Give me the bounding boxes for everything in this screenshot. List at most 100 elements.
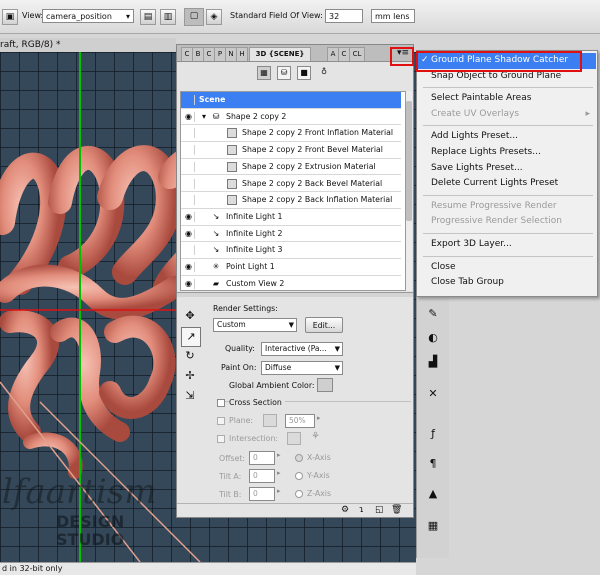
eye-icon[interactable]: ◉ — [183, 228, 195, 239]
edit-render-settings-button[interactable]: Edit... — [305, 317, 343, 333]
light-slide-icon[interactable]: ⇲ — [181, 387, 199, 405]
table-icon[interactable]: ▦ — [425, 518, 441, 534]
scene-tree-row[interactable]: Shape 2 copy 2 Front Bevel Material — [181, 142, 401, 159]
intersection-color-swatch[interactable] — [287, 432, 301, 445]
flip-cross-section-icon[interactable]: ⚘ — [311, 431, 325, 445]
x-axis-radio[interactable] — [295, 454, 303, 462]
tilt-a-input[interactable]: 0 — [249, 469, 275, 483]
stepper-arrow-icon[interactable]: ▸ — [277, 451, 281, 459]
menu-item[interactable]: Close — [418, 260, 596, 276]
tab-3d-scene[interactable]: 3D {SCENE} — [249, 47, 311, 61]
material-icon — [227, 178, 237, 189]
panel-divider[interactable] — [177, 292, 413, 297]
save-view-icon[interactable]: ▤ — [140, 9, 156, 25]
eye-hidden-icon[interactable] — [183, 161, 195, 172]
delete-view-icon[interactable]: ▥ — [160, 9, 176, 25]
menu-item-label: Resume Progressive Render — [431, 200, 557, 211]
scene-tree-row[interactable]: ◉ ↘ Infinite Light 2 — [181, 226, 401, 243]
scene-tree-row[interactable]: ◉ ▾ ⛁ Shape 2 copy 2 — [181, 109, 401, 126]
plane-opacity-input[interactable]: 50% — [285, 414, 315, 428]
status-text: d in 32-bit only — [2, 564, 63, 573]
plane-checkbox[interactable] — [217, 417, 225, 425]
scene-tree-row[interactable]: ◉ ✳ Point Light 1 — [181, 259, 401, 276]
eye-hidden-icon[interactable] — [183, 145, 195, 156]
document-tab[interactable]: raft, RGB/8) * — [0, 38, 176, 52]
scene-tree-row[interactable]: ◉ ▰ Custom View 2 — [181, 276, 401, 290]
light-rotate-icon[interactable]: ↗ — [181, 327, 201, 347]
tool-preset-icon[interactable]: ▣ — [2, 9, 18, 25]
clone-source-icon[interactable]: ◐ — [425, 330, 441, 346]
lights-filter-icon[interactable]: ♁ — [317, 66, 331, 80]
units-select[interactable]: mm lens — [371, 9, 415, 23]
eye-hidden-icon[interactable] — [183, 195, 195, 206]
eye-hidden-icon[interactable] — [183, 128, 195, 139]
scene-tree-row[interactable]: Shape 2 copy 2 Back Inflation Material — [181, 192, 401, 209]
eye-icon[interactable]: ◉ — [183, 262, 195, 272]
scene-tree[interactable]: Scene ◉ ▾ ⛁ Shape 2 copy 2 Shape 2 copy 2 Fro… — [180, 91, 406, 291]
quality-select[interactable]: Interactive (Pa... ▼ — [261, 342, 343, 356]
menu-item[interactable]: Replace Lights Presets... — [418, 145, 596, 161]
scene-tree-row[interactable]: ◉ ↘ Infinite Light 1 — [181, 209, 401, 226]
stepper-arrow-icon[interactable]: ▸ — [277, 487, 281, 495]
image-icon[interactable]: ▲ — [425, 486, 441, 502]
move-3d-icon[interactable]: ✥ — [181, 307, 199, 325]
scene-tree-row-label: Shape 2 copy 2 Front Bevel Material — [242, 145, 383, 155]
fov-input[interactable]: 32 — [325, 9, 363, 23]
scene-tree-row[interactable]: Shape 2 copy 2 Front Inflation Material — [181, 125, 401, 143]
plane-color-swatch[interactable] — [263, 414, 277, 427]
menu-item-label: Progressive Render Selection — [431, 216, 563, 227]
status-bar: d in 32-bit only — [0, 562, 416, 575]
menu-item[interactable]: Add Lights Preset... — [418, 129, 596, 145]
paint-on-select[interactable]: Diffuse ▼ — [261, 361, 343, 375]
new-light-icon[interactable]: ɿ — [359, 505, 364, 515]
ambient-color-swatch[interactable] — [317, 378, 333, 392]
infinite-light-icon: ↘ — [212, 228, 220, 238]
menu-item[interactable]: Close Tab Group — [418, 275, 596, 291]
panel-tab-collapsed[interactable]: H — [236, 47, 248, 61]
scene-tree-row[interactable]: Scene — [181, 92, 401, 109]
scene-tree-row[interactable]: Shape 2 copy 2 Extrusion Material — [181, 159, 401, 176]
menu-item[interactable]: Delete Current Lights Preset — [418, 176, 596, 192]
perspective-view-icon[interactable]: ◈ — [206, 9, 222, 25]
orthographic-view-icon[interactable]: ▢ — [184, 8, 204, 26]
intersection-checkbox[interactable] — [217, 435, 225, 443]
scene-scrollbar-thumb[interactable] — [406, 101, 412, 221]
tools-icon[interactable]: ✕ — [425, 386, 441, 402]
eye-icon[interactable]: ◉ — [183, 111, 195, 122]
tilt-b-input[interactable]: 0 — [249, 487, 275, 501]
offset-input[interactable]: 0 — [249, 451, 275, 465]
materials-filter-icon[interactable]: ■ — [297, 66, 311, 80]
view-label: View: — [22, 11, 44, 20]
paint-icon[interactable]: ▟ — [425, 354, 441, 370]
paragraph-icon[interactable]: ¶ — [425, 456, 441, 472]
stepper-arrow-icon[interactable]: ▸ — [277, 469, 281, 477]
scene-tree-row[interactable]: Shape 2 copy 2 Back Bevel Material — [181, 176, 401, 193]
y-axis-radio[interactable] — [295, 472, 303, 480]
eye-hidden-icon[interactable] — [183, 245, 195, 256]
brush-icon[interactable]: ✎ — [425, 306, 441, 322]
disclosure-triangle-icon[interactable]: ▾ — [199, 112, 209, 122]
whole-scene-filter-icon[interactable]: ▦ — [257, 66, 271, 80]
cross-section-checkbox[interactable] — [217, 399, 225, 407]
panel-tab-collapsed[interactable]: CL — [349, 47, 365, 61]
toggle-overlays-icon[interactable]: ⚙ — [341, 505, 349, 515]
z-axis-radio[interactable] — [295, 490, 303, 498]
x-axis-label: X-Axis — [307, 453, 331, 462]
new-layer-icon[interactable]: ◱ — [375, 505, 384, 515]
meshes-filter-icon[interactable]: ⛁ — [277, 66, 291, 80]
menu-item[interactable]: Select Paintable Areas — [418, 91, 596, 107]
eye-hidden-icon[interactable] — [183, 178, 195, 189]
stepper-arrow-icon[interactable]: ▸ — [317, 414, 325, 427]
view-select[interactable]: camera_position ▾ — [42, 9, 134, 23]
trash-icon[interactable]: 🗑 — [391, 505, 402, 515]
eye-hidden-icon[interactable] — [183, 95, 195, 105]
styles-fx-icon[interactable]: ƒ — [425, 426, 441, 442]
light-drag-icon[interactable]: ✢ — [181, 367, 199, 385]
light-roll-icon[interactable]: ↻ — [181, 347, 199, 365]
scene-tree-row[interactable]: ↘ Infinite Light 3 — [181, 242, 401, 259]
eye-icon[interactable]: ◉ — [183, 211, 195, 222]
menu-item[interactable]: Export 3D Layer... — [418, 237, 596, 253]
eye-icon[interactable]: ◉ — [183, 278, 195, 289]
menu-item[interactable]: Save Lights Preset... — [418, 161, 596, 177]
render-preset-select[interactable]: Custom ▼ — [213, 318, 297, 332]
